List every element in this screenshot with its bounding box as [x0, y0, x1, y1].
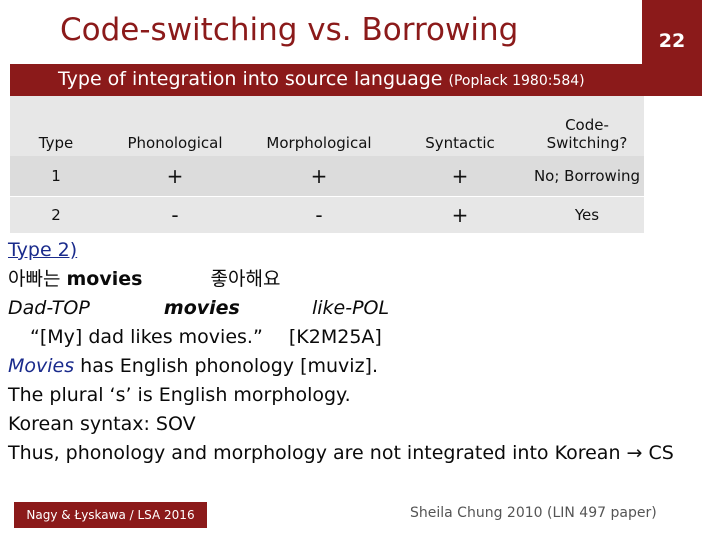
table-cell: + [390, 196, 530, 233]
table-caption: Type of integration into source language… [58, 68, 585, 90]
table-cell: 2 [10, 196, 102, 233]
table-cell: - [248, 196, 390, 233]
table-row: 2 - - + Yes [10, 196, 644, 233]
phonology-text: has English phonology [muviz]. [74, 355, 379, 377]
page-number: 22 [658, 30, 686, 52]
table-caption-citation: (Poplack 1980:584) [448, 73, 585, 89]
table-cell: + [102, 156, 248, 197]
table-header-cell: Type [38, 134, 74, 152]
gloss-line: Dad-TOP movies like-POL [8, 294, 718, 323]
table-header-cell: Code-Switching? [546, 116, 628, 152]
table-header-cell: Morphological [266, 134, 372, 152]
table-caption-main: Type of integration into source language [58, 68, 443, 90]
korean-example-line: 아빠는 movies 좋아해요 [8, 265, 718, 294]
integration-table: Type Phonological Morphological Syntacti… [10, 96, 644, 233]
translation-line: “[My] dad likes movies.” [K2M25A] [8, 323, 718, 352]
movies-word: Movies [8, 355, 75, 377]
footer-source: Sheila Chung 2010 (LIN 497 paper) [410, 505, 657, 521]
type2-label: Type 2) [8, 239, 78, 261]
conclusion-text: Thus, phonology and morphology are not i… [8, 442, 621, 464]
slide-title: Code-switching vs. Borrowing [60, 12, 519, 48]
korean-word-like: 좋아해요 [210, 268, 281, 290]
table-cell: Yes [530, 196, 644, 233]
conclusion-line: Thus, phonology and morphology are not i… [8, 439, 718, 468]
gloss-like-pol: like-POL [311, 297, 390, 319]
korean-word-movies: movies [66, 268, 143, 290]
table-cell: - [102, 196, 248, 233]
phonology-line: Movies has English phonology [muviz]. [8, 352, 718, 381]
type2-line: Type 2) [8, 236, 718, 265]
translation-code: [K2M25A] [288, 326, 382, 348]
table-cell: 1 [10, 156, 102, 197]
gloss-movies: movies [163, 297, 240, 319]
table-cell: No; Borrowing [530, 156, 644, 197]
syntax-line: Korean syntax: SOV [8, 413, 196, 435]
table-header-row: Type Phonological Morphological Syntacti… [10, 96, 644, 156]
table-header-cell: Syntactic [425, 134, 495, 152]
plural-line: The plural ‘s’ is English morphology. [8, 384, 351, 406]
gloss-dad-top: Dad-TOP [8, 297, 90, 319]
slide-body: Type 2) 아빠는 movies 좋아해요 Dad-TOP movies l… [8, 236, 718, 468]
table-cell: + [248, 156, 390, 197]
table-cell: + [390, 156, 530, 197]
korean-word-dad: 아빠는 [8, 268, 61, 290]
translation-text: “[My] dad likes movies.” [30, 326, 263, 348]
conclusion-end: CS [648, 442, 674, 464]
table-row: 1 + + + No; Borrowing [10, 156, 644, 197]
table-header-cell: Phonological [127, 134, 223, 152]
footer-credit: Nagy & Łyskawa / LSA 2016 [14, 502, 207, 528]
right-arrow-icon: → [626, 442, 643, 464]
